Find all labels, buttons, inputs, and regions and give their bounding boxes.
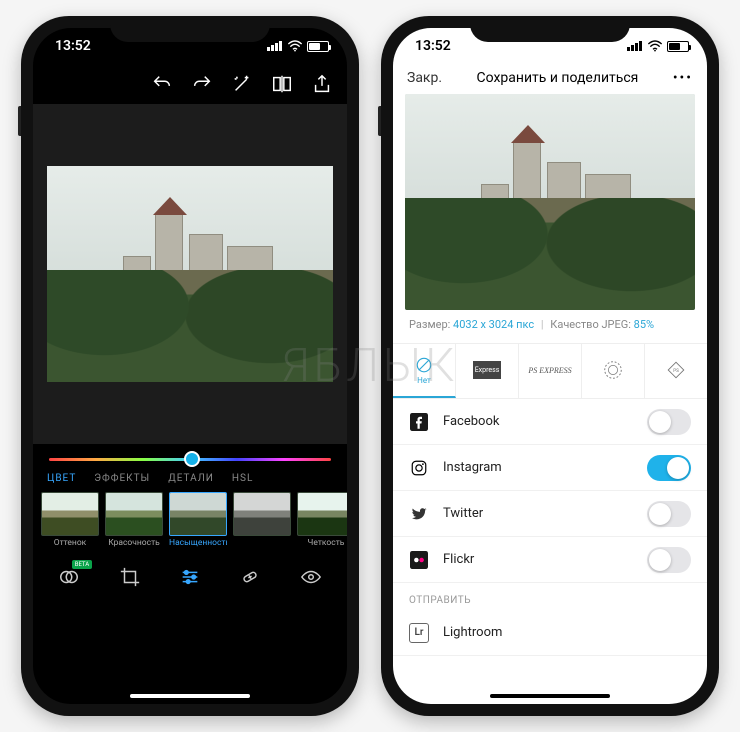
preset-label: Красочность bbox=[105, 538, 163, 548]
tool-eye-button[interactable] bbox=[298, 564, 324, 590]
bottom-toolbar: BETA bbox=[33, 554, 347, 606]
facebook-icon bbox=[409, 412, 429, 432]
share-row-label: Lightroom bbox=[443, 625, 502, 640]
preset-item[interactable]: Насыщенность bbox=[169, 492, 227, 548]
preset-item[interactable] bbox=[233, 492, 291, 548]
instagram-icon bbox=[409, 458, 429, 478]
tool-crop-button[interactable] bbox=[117, 564, 143, 590]
share-row-twitter[interactable]: Twitter bbox=[393, 491, 707, 537]
toggle-twitter[interactable] bbox=[647, 501, 691, 527]
hue-slider-knob[interactable] bbox=[184, 451, 200, 467]
toggle-facebook[interactable] bbox=[647, 409, 691, 435]
preset-strip[interactable]: Оттенок Красочность Насыщенность Четкост… bbox=[33, 492, 347, 554]
share-row-label: Instagram bbox=[443, 460, 502, 475]
compare-button[interactable] bbox=[271, 73, 293, 95]
home-indicator[interactable] bbox=[490, 694, 610, 698]
watermark-style-1[interactable]: Express bbox=[456, 344, 519, 398]
tab-hsl[interactable]: HSL bbox=[232, 473, 253, 484]
flickr-icon bbox=[409, 550, 429, 570]
tool-adjust-button[interactable] bbox=[177, 564, 203, 590]
toggle-instagram[interactable] bbox=[647, 455, 691, 481]
watermark-seal-icon bbox=[599, 361, 627, 379]
hue-slider[interactable] bbox=[49, 458, 331, 461]
adjust-tabs: ЦВЕТ ЭФФЕКТЫ ДЕТАЛИ HSL bbox=[33, 469, 347, 492]
preset-label: Четкость bbox=[297, 538, 347, 548]
no-watermark-icon bbox=[410, 356, 438, 374]
more-button[interactable]: ••• bbox=[673, 70, 693, 86]
tab-effects[interactable]: ЭФФЕКТЫ bbox=[94, 473, 150, 484]
lightroom-icon: Lr bbox=[409, 623, 429, 643]
share-row-label: Flickr bbox=[443, 552, 474, 567]
home-indicator[interactable] bbox=[130, 694, 250, 698]
redo-button[interactable] bbox=[191, 73, 213, 95]
notch bbox=[470, 16, 630, 42]
twitter-icon bbox=[409, 504, 429, 524]
send-section-label: ОТПРАВИТЬ bbox=[393, 583, 707, 610]
size-value-link[interactable]: 4032 x 3024 пкс bbox=[453, 318, 534, 331]
page-title: Сохранить и поделиться bbox=[477, 70, 639, 86]
preset-item[interactable]: Четкость bbox=[297, 492, 347, 548]
share-row-label: Facebook bbox=[443, 414, 499, 429]
share-button[interactable] bbox=[311, 73, 333, 95]
share-row-flickr[interactable]: Flickr bbox=[393, 537, 707, 583]
watermark-style-4[interactable]: PS bbox=[645, 344, 707, 398]
tool-heal-button[interactable] bbox=[237, 564, 263, 590]
quality-value-link[interactable]: 85% bbox=[634, 318, 654, 331]
status-time: 13:52 bbox=[415, 38, 451, 54]
size-label: Размер: bbox=[409, 318, 450, 331]
battery-icon bbox=[307, 41, 329, 52]
status-time: 13:52 bbox=[55, 38, 91, 54]
beta-badge: BETA bbox=[72, 560, 92, 569]
tool-looks-button[interactable]: BETA bbox=[56, 564, 82, 590]
phone-left: 13:52 bbox=[21, 16, 359, 716]
wifi-icon bbox=[287, 40, 303, 52]
share-preview-wrap: Размер: 4032 x 3024 пкс | Качество JPEG:… bbox=[393, 94, 707, 343]
editor-screen: 13:52 bbox=[33, 28, 347, 704]
editor-toolbar bbox=[33, 64, 347, 104]
watermark-none[interactable]: Нет bbox=[393, 344, 456, 398]
share-row-lightroom[interactable]: Lr Lightroom bbox=[393, 610, 707, 656]
watermark-diamond-icon: PS bbox=[662, 361, 690, 379]
close-button[interactable]: Закр. bbox=[407, 70, 442, 86]
export-meta: Размер: 4032 x 3024 пкс | Качество JPEG:… bbox=[405, 310, 695, 343]
preset-label: Насыщенность bbox=[169, 538, 227, 548]
battery-icon bbox=[667, 41, 689, 52]
watermark-row: Нет Express PS EXPRESS PS bbox=[393, 343, 707, 399]
phone-right: 13:52 Закр. Сохранить и поделиться ••• bbox=[381, 16, 719, 716]
signal-icon bbox=[267, 41, 283, 51]
magic-wand-button[interactable] bbox=[231, 73, 253, 95]
tab-color[interactable]: ЦВЕТ bbox=[47, 473, 76, 484]
preset-item[interactable]: Оттенок bbox=[41, 492, 99, 548]
share-row-instagram[interactable]: Instagram bbox=[393, 445, 707, 491]
share-preview[interactable] bbox=[405, 94, 695, 310]
share-screen: 13:52 Закр. Сохранить и поделиться ••• bbox=[393, 28, 707, 704]
svg-text:PS: PS bbox=[673, 368, 679, 374]
notch bbox=[110, 16, 270, 42]
undo-button[interactable] bbox=[151, 73, 173, 95]
tab-details[interactable]: ДЕТАЛИ bbox=[168, 473, 214, 484]
share-row-label: Twitter bbox=[443, 506, 483, 521]
watermark-style-3[interactable] bbox=[582, 344, 645, 398]
hue-slider-wrap bbox=[33, 444, 347, 469]
watermark-label: Нет bbox=[417, 376, 431, 385]
social-list: Facebook Instagram Twitter bbox=[393, 399, 707, 583]
quality-label: Качество JPEG: bbox=[550, 318, 631, 331]
share-header: Закр. Сохранить и поделиться ••• bbox=[393, 64, 707, 94]
edited-image bbox=[47, 166, 333, 382]
wifi-icon bbox=[647, 40, 663, 52]
watermark-style-2[interactable]: PS EXPRESS bbox=[519, 344, 582, 398]
signal-icon bbox=[627, 41, 643, 51]
share-row-facebook[interactable]: Facebook bbox=[393, 399, 707, 445]
preset-label: Оттенок bbox=[41, 538, 99, 548]
preset-item[interactable]: Красочность bbox=[105, 492, 163, 548]
editor-canvas[interactable] bbox=[33, 104, 347, 444]
toggle-flickr[interactable] bbox=[647, 547, 691, 573]
